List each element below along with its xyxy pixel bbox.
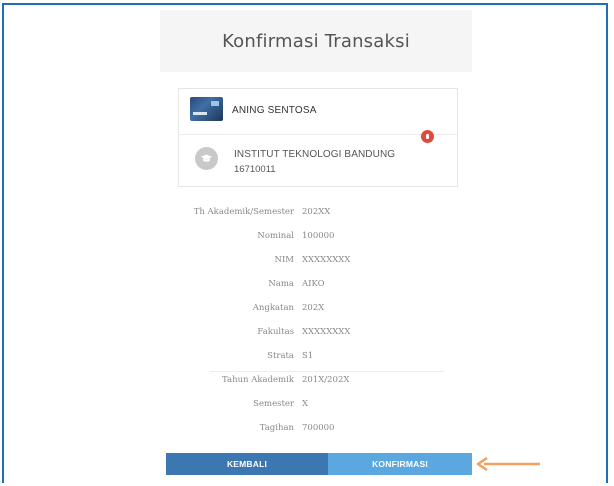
detail-row: Fakultas XXXXXXXX [178,327,458,343]
detail-value: S1 [302,351,314,361]
detail-label: Tagihan [259,423,294,433]
account-name: ANING SENTOSA [232,105,317,116]
detail-label: Angkatan [252,303,294,313]
arrow-left-icon [476,457,540,471]
detail-label: Nama [268,279,294,289]
graduation-cap-icon [195,147,218,170]
institution-code: 16710011 [234,164,276,175]
detail-value: XXXXXXXX [302,255,351,265]
detail-label: Tahun Akademik [222,375,294,385]
detail-row: Tahun Akademik 201X/202X [178,375,458,391]
institution-row: INSTITUT TEKNOLOGI BANDUNG 16710011 [179,135,457,188]
detail-label: Th Akademik/Semester [193,207,294,217]
detail-value: 700000 [302,423,335,433]
detail-row: Nama AIKO [178,279,458,295]
detail-row: Nominal 100000 [178,231,458,247]
action-bar: KEMBALI KONFIRMASI [166,453,472,475]
detail-value: 202XX [302,207,331,217]
detail-row: Th Akademik/Semester 202XX [178,207,458,223]
institution-name: INSTITUT TEKNOLOGI BANDUNG [234,149,396,160]
detail-row: Semester X [178,399,458,415]
card-thumbnail [190,97,223,121]
detail-label: Semester [253,399,294,409]
detail-value: AIKO [302,279,325,289]
detail-row: Tagihan 700000 [178,423,458,439]
detail-value: XXXXXXXX [302,327,351,337]
detail-value: 201X/202X [302,375,350,385]
detail-label: Fakultas [257,327,294,337]
detail-label: Nominal [257,231,294,241]
detail-label: NIM [274,255,295,265]
account-row[interactable]: ANING SENTOSA [179,89,457,135]
back-button[interactable]: KEMBALI [166,453,328,475]
transaction-card: ANING SENTOSA INSTITUT TEKNOLOGI BANDUNG… [178,88,458,187]
detail-row: NIM XXXXXXXX [178,255,458,271]
detail-value: X [302,399,309,409]
page-title: Konfirmasi Transaksi [222,30,410,52]
detail-label: Strata [267,351,294,361]
divider [210,371,445,372]
page-header: Konfirmasi Transaksi [160,10,472,72]
confirm-button[interactable]: KONFIRMASI [328,453,472,475]
detail-row: Strata S1 [178,351,458,367]
detail-value: 100000 [302,231,335,241]
detail-value: 202X [302,303,325,313]
detail-row: Angkatan 202X [178,303,458,319]
